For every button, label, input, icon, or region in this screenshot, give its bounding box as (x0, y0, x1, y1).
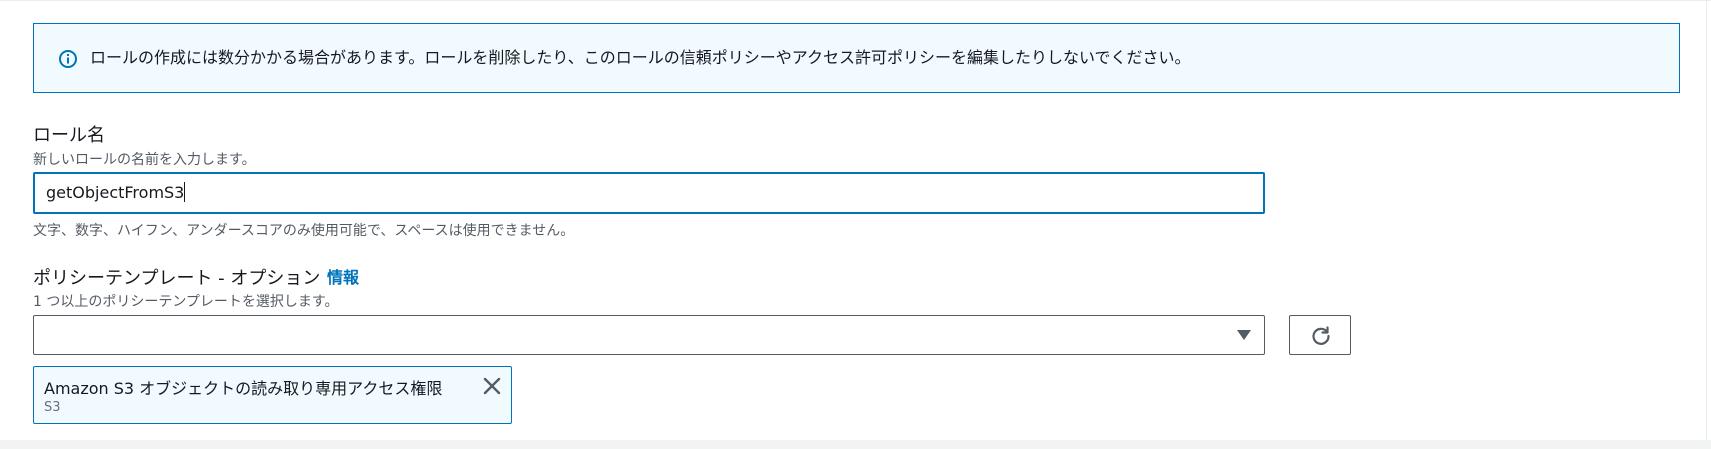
role-name-label: ロール名 (33, 125, 105, 146)
policy-template-select[interactable] (33, 315, 1265, 355)
selected-policy-token: Amazon S3 オブジェクトの読み取り専用アクセス権限 S3 (33, 366, 512, 424)
policy-templates-description: 1 つ以上のポリシーテンプレートを選択します。 (33, 294, 339, 310)
info-alert: ロールの作成には数分かかる場合があります。ロールを削除したり、このロールの信頼ポ… (33, 23, 1680, 93)
token-sublabel: S3 (44, 400, 61, 415)
policy-templates-info-link[interactable]: 情報 (327, 264, 359, 288)
right-divider (1706, 0, 1707, 449)
token-label: Amazon S3 オブジェクトの読み取り専用アクセス権限 (44, 379, 443, 398)
role-name-value: getObjectFromS3 (46, 183, 185, 202)
caret-down-icon (1237, 330, 1251, 340)
role-name-constraint: 文字、数字、ハイフン、アンダースコアのみ使用可能で、スペースは使用できません。 (33, 223, 575, 239)
top-divider (0, 0, 1711, 1)
info-circle-icon (59, 50, 77, 68)
role-name-input[interactable]: getObjectFromS3 (33, 172, 1265, 214)
role-form-panel: ロールの作成には数分かかる場合があります。ロールを削除したり、このロールの信頼ポ… (0, 0, 1711, 449)
refresh-button[interactable] (1289, 315, 1351, 355)
role-name-description: 新しいロールの名前を入力します。 (33, 152, 256, 168)
refresh-icon (1312, 326, 1330, 345)
policy-templates-label: ポリシーテンプレート - オプション (33, 268, 321, 289)
text-caret (184, 182, 186, 202)
panel-bottom-gap (0, 440, 1711, 449)
alert-message: ロールの作成には数分かかる場合があります。ロールを削除したり、このロールの信頼ポ… (90, 48, 1191, 67)
close-icon[interactable] (481, 375, 503, 397)
